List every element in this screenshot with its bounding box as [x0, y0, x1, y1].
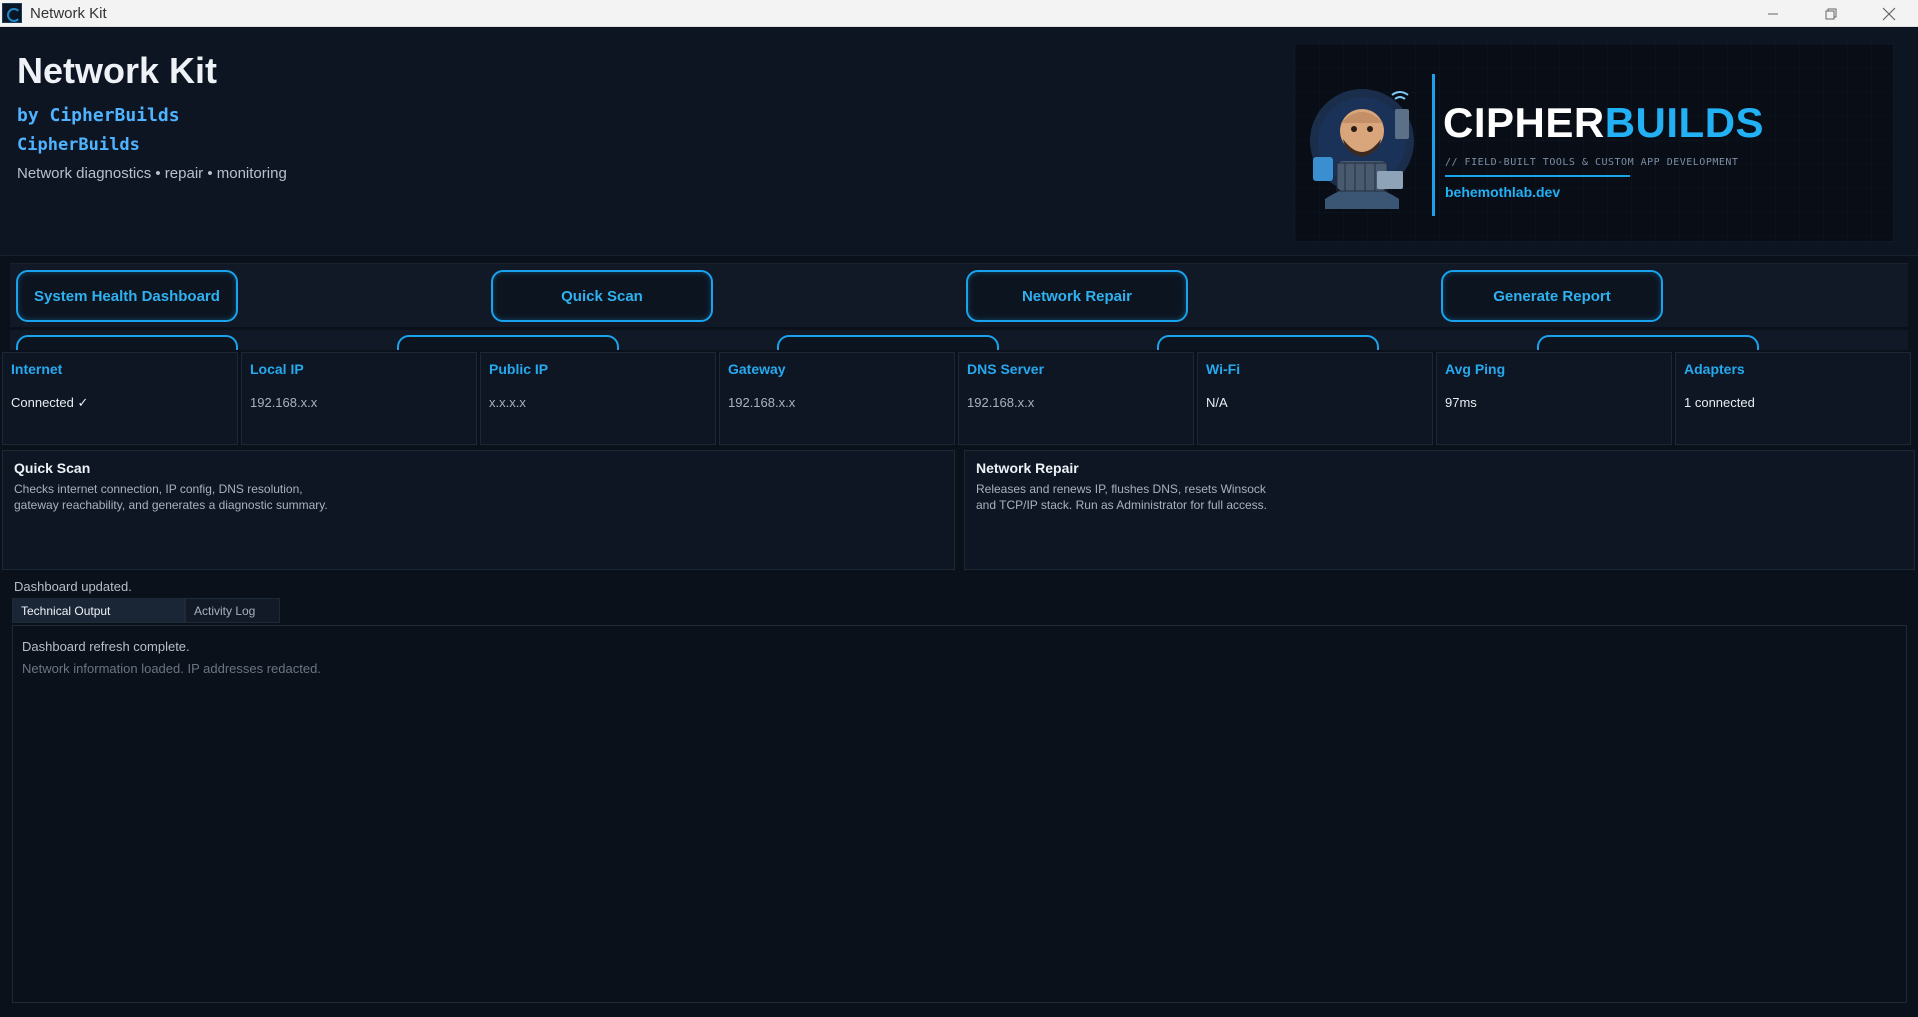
stat-value: 192.168.x.x [250, 395, 318, 410]
app-header: Network Kit by CipherBuilds CipherBuilds… [0, 28, 1918, 256]
info-title: Network Repair [976, 460, 1079, 476]
stat-card-dns-server: DNS Server 192.168.x.x [958, 352, 1194, 445]
logo-url: behemothlab.dev [1445, 184, 1561, 200]
info-description: Releases and renews IP, flushes DNS, res… [976, 482, 1268, 512]
status-cards: Internet Connected ✓ Local IP 192.168.x.… [2, 352, 1914, 446]
quick-scan-button[interactable]: Quick Scan [491, 270, 713, 322]
window-title: Network Kit [30, 4, 107, 22]
overflow-button-5[interactable] [1537, 335, 1759, 350]
window-controls [1744, 0, 1918, 27]
logo-word-cipher: CIPHER [1443, 99, 1605, 146]
network-repair-button[interactable]: Network Repair [966, 270, 1188, 322]
system-health-dashboard-button[interactable]: System Health Dashboard [16, 270, 238, 322]
tab-activity-log[interactable]: Activity Log [185, 598, 280, 623]
stat-card-adapters: Adapters 1 connected [1675, 352, 1911, 445]
generate-report-button[interactable]: Generate Report [1441, 270, 1663, 322]
logo-subtitle: // FIELD-BUILT TOOLS & CUSTOM APP DEVELO… [1445, 157, 1739, 168]
stat-label: Adapters [1684, 361, 1745, 377]
stat-value: 192.168.x.x [967, 395, 1035, 410]
stat-value: 97ms [1445, 395, 1477, 410]
stat-value: 1 connected [1684, 395, 1755, 410]
close-button[interactable] [1860, 0, 1918, 27]
stat-value: x.x.x.x [489, 395, 526, 410]
info-description: Checks internet connection, IP config, D… [14, 482, 328, 512]
tab-technical-output[interactable]: Technical Output [12, 598, 185, 623]
avatar-illustration-icon [1310, 89, 1414, 209]
stat-card-internet: Internet Connected ✓ [2, 352, 238, 445]
stat-value: 192.168.x.x [728, 395, 796, 410]
stat-value: N/A [1206, 395, 1228, 410]
stat-card-gateway: Gateway 192.168.x.x [719, 352, 955, 445]
stat-label: Public IP [489, 361, 549, 377]
quick-scan-info-panel: Quick Scan Checks internet connection, I… [2, 450, 955, 570]
stat-card-avg-ping: Avg Ping 97ms [1436, 352, 1672, 445]
stat-card-wifi: Wi-Fi N/A [1197, 352, 1433, 445]
logo-word-builds: BUILDS [1604, 99, 1765, 146]
stat-card-public-ip: Public IP x.x.x.x [480, 352, 716, 445]
restore-button[interactable] [1802, 0, 1860, 27]
network-repair-info-panel: Network Repair Releases and renews IP, f… [964, 450, 1915, 570]
stat-label: Internet [11, 361, 63, 377]
app-name: Network Kit [17, 50, 218, 91]
logo-divider [1432, 74, 1435, 216]
stat-value: Connected ✓ [11, 395, 89, 410]
stat-label: Local IP [250, 361, 304, 377]
overflow-button-3[interactable] [777, 335, 999, 350]
logo-underline [1445, 175, 1630, 177]
restore-icon [1825, 8, 1837, 19]
action-toolbar-overflow [10, 330, 1908, 350]
overflow-button-2[interactable] [397, 335, 619, 350]
byline: by CipherBuilds [17, 105, 180, 126]
stat-label: Gateway [728, 361, 786, 377]
brand-logo-banner: CIPHERBUILDS // FIELD-BUILT TOOLS & CUST… [1294, 43, 1894, 242]
output-line: Network information loaded. IP addresses… [22, 661, 321, 676]
status-message: Dashboard updated. [14, 579, 132, 594]
title-bar: Network Kit [0, 0, 1918, 27]
logo-wordmark: CIPHERBUILDS [1443, 99, 1764, 147]
brand-name: CipherBuilds [17, 135, 140, 155]
stat-label: Avg Ping [1445, 361, 1506, 377]
technical-output-panel[interactable]: Dashboard refresh complete. Network info… [12, 625, 1907, 1003]
overflow-button-1[interactable] [16, 335, 238, 350]
minimize-button[interactable] [1744, 0, 1802, 27]
app-icon [2, 3, 22, 23]
tagline: Network diagnostics • repair • monitorin… [17, 165, 287, 182]
output-line: Dashboard refresh complete. [22, 639, 190, 654]
close-icon [1882, 7, 1896, 20]
stat-label: DNS Server [967, 361, 1045, 377]
stat-card-local-ip: Local IP 192.168.x.x [241, 352, 477, 445]
minimize-icon [1768, 13, 1778, 14]
info-title: Quick Scan [14, 460, 91, 476]
action-toolbar: System Health Dashboard Quick Scan Netwo… [10, 263, 1908, 327]
output-tabs: Technical Output Activity Log [12, 598, 280, 623]
stat-label: Wi-Fi [1206, 361, 1241, 377]
overflow-button-4[interactable] [1157, 335, 1379, 350]
